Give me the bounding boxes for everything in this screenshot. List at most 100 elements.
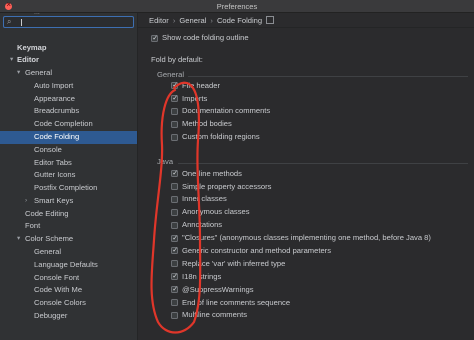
settings-search-input[interactable]: ⌕ xyxy=(3,16,134,28)
sidebar-item-console-font[interactable]: Console Font xyxy=(0,272,137,285)
fold-option-label: I18n strings xyxy=(182,271,222,281)
sidebar-item-console-colors[interactable]: Console Colors xyxy=(0,297,137,310)
fold-option-label: Generic constructor and method parameter… xyxy=(182,245,331,255)
group-label-general: General xyxy=(157,70,185,79)
sidebar-item-editor-tabs[interactable]: Editor Tabs xyxy=(0,157,137,170)
search-icon: ⌕ xyxy=(7,17,12,26)
sidebar-item-general[interactable]: General xyxy=(0,246,137,259)
fold-option-checkbox[interactable] xyxy=(171,284,178,297)
fold-option-checkbox[interactable] xyxy=(171,107,178,115)
group-label-java: Java xyxy=(157,157,174,166)
sidebar-item-console[interactable]: Console xyxy=(0,144,137,157)
sidebar-item-label: Smart Keys xyxy=(34,195,74,205)
sidebar-item-label: Gutter Icons xyxy=(34,170,76,180)
sidebar-item-postfix-completion[interactable]: Postfix Completion xyxy=(0,182,137,195)
fold-option-checkbox[interactable] xyxy=(171,311,178,319)
sidebar-item-gutter-icons[interactable]: Gutter Icons xyxy=(0,169,137,182)
sidebar-item-label: Console xyxy=(34,144,62,154)
sidebar-item-label: Editor Tabs xyxy=(34,157,72,167)
fold-option-label: Annotations xyxy=(182,220,223,230)
breadcrumb: Editor › General › Code Folding xyxy=(149,14,275,27)
fold-option-label: Multiline comments xyxy=(182,310,247,320)
sidebar-item-auto-import[interactable]: Auto Import xyxy=(0,80,137,93)
fold-option-checkbox[interactable] xyxy=(171,233,178,245)
sidebar-item-editor[interactable]: ▾ Editor xyxy=(0,54,137,67)
text-caret xyxy=(21,19,22,26)
fold-by-default-label: Fold by default: xyxy=(151,55,203,64)
show-outline-label: Show code folding outline xyxy=(162,33,249,42)
sidebar-item-label: Keymap xyxy=(17,42,47,52)
show-outline-checkbox[interactable] xyxy=(151,33,158,45)
fold-option-label: Inner classes xyxy=(182,194,227,204)
fold-option-checkbox[interactable] xyxy=(171,168,178,181)
project-settings-icon xyxy=(266,16,275,24)
sidebar-item-label: Appearance xyxy=(34,93,75,103)
fold-option-label: Simple property accessors xyxy=(182,181,272,191)
fold-option-checkbox[interactable] xyxy=(171,299,178,306)
sidebar-item-language-defaults[interactable]: Language Defaults xyxy=(0,259,137,272)
sidebar-item-label: Debugger xyxy=(34,310,68,320)
fold-option-label: Imports xyxy=(182,93,208,103)
group-separator xyxy=(188,76,468,77)
sidebar-item-label: Editor xyxy=(17,55,39,65)
settings-sidebar: ... ⌕ Keymap▾Editor▾GeneralAuto ImportAp… xyxy=(0,13,138,340)
sidebar-item-code-editing[interactable]: Code Editing xyxy=(0,208,137,221)
fold-option-checkbox[interactable] xyxy=(171,133,178,141)
sidebar-item-breadcrumbs[interactable]: Breadcrumbs xyxy=(0,105,137,118)
sidebar-item-label: Color Scheme xyxy=(25,234,74,244)
fold-option-checkbox[interactable] xyxy=(171,221,178,229)
sidebar-item-label: Postfix Completion xyxy=(34,183,98,193)
breadcrumb-general[interactable]: General xyxy=(179,16,206,25)
fold-option-label: File header xyxy=(182,80,220,90)
fold-option-checkbox[interactable] xyxy=(171,120,178,128)
sidebar-item-label: Code Completion xyxy=(34,119,93,129)
sidebar-item-label: Console Font xyxy=(34,272,80,282)
breadcrumb-separator: › xyxy=(210,16,213,25)
fold-option-label: @SuppressWarnings xyxy=(182,284,254,294)
fold-option-label: End of line comments sequence xyxy=(182,297,291,307)
sidebar-item-label: Console Colors xyxy=(34,298,86,308)
group-separator xyxy=(178,163,468,164)
sidebar-item-color-scheme[interactable]: ▾ Color Scheme xyxy=(0,233,137,246)
header-divider xyxy=(138,27,474,28)
fold-option-label: Method bodies xyxy=(182,119,232,129)
fold-option-checkbox[interactable] xyxy=(171,183,178,191)
sidebar-item-code-folding[interactable]: Code Folding xyxy=(0,130,137,144)
fold-option-checkbox[interactable] xyxy=(171,93,178,106)
code-folding-panel: Editor›General›Code Folding Show code fo… xyxy=(138,13,474,340)
breadcrumb-separator: › xyxy=(172,16,176,25)
fold-option-label: Replace 'var' with inferred type xyxy=(182,258,286,268)
sidebar-item-label: Code With Me xyxy=(34,285,83,295)
chevron-down-icon[interactable]: ▾ xyxy=(10,54,13,67)
sidebar-item-label: Font xyxy=(25,221,41,231)
fold-option-checkbox[interactable] xyxy=(171,245,178,258)
sidebar-item-code-completion[interactable]: Code Completion xyxy=(0,118,137,131)
chevron-down-icon[interactable]: ▾ xyxy=(17,67,20,80)
sidebar-item-debugger[interactable]: Debugger xyxy=(0,310,137,323)
fold-option-label: "Closures" (anonymous classes implementi… xyxy=(182,233,431,243)
fold-option-label: Anonymous classes xyxy=(182,207,250,217)
fold-option-label: Custom folding regions xyxy=(182,132,260,142)
sidebar-item-label: General xyxy=(34,246,62,256)
fold-option-checkbox[interactable] xyxy=(171,271,178,284)
fold-option-checkbox[interactable] xyxy=(171,208,178,216)
fold-option-label: Documentation comments xyxy=(182,106,271,116)
breadcrumb-editor[interactable]: Editor xyxy=(149,16,169,25)
sidebar-item-smart-keys[interactable]: › Smart Keys xyxy=(0,195,137,208)
sidebar-item-keymap[interactable]: Keymap xyxy=(0,42,137,55)
fold-option-label: One-line methods xyxy=(182,168,242,178)
sidebar-item-label: Auto Import xyxy=(34,80,74,90)
chevron-down-icon[interactable]: ▾ xyxy=(17,233,20,246)
fold-option-checkbox[interactable] xyxy=(171,260,178,268)
sidebar-item-label: Code Editing xyxy=(25,208,69,218)
sidebar-item-appearance[interactable]: Appearance xyxy=(0,93,137,106)
fold-option-checkbox[interactable] xyxy=(171,80,178,93)
sidebar-item-font[interactable]: Font xyxy=(0,220,137,233)
fold-option-checkbox[interactable] xyxy=(171,195,178,203)
breadcrumb-code-folding: Code Folding xyxy=(216,16,263,25)
sidebar-item-code-with-me[interactable]: Code With Me xyxy=(0,284,137,297)
chevron-right-icon[interactable]: › xyxy=(25,195,27,208)
window-titlebar: Preferences xyxy=(0,0,474,13)
sidebar-item-label: Code Folding xyxy=(34,131,80,141)
sidebar-item-general[interactable]: ▾ General xyxy=(0,67,137,80)
